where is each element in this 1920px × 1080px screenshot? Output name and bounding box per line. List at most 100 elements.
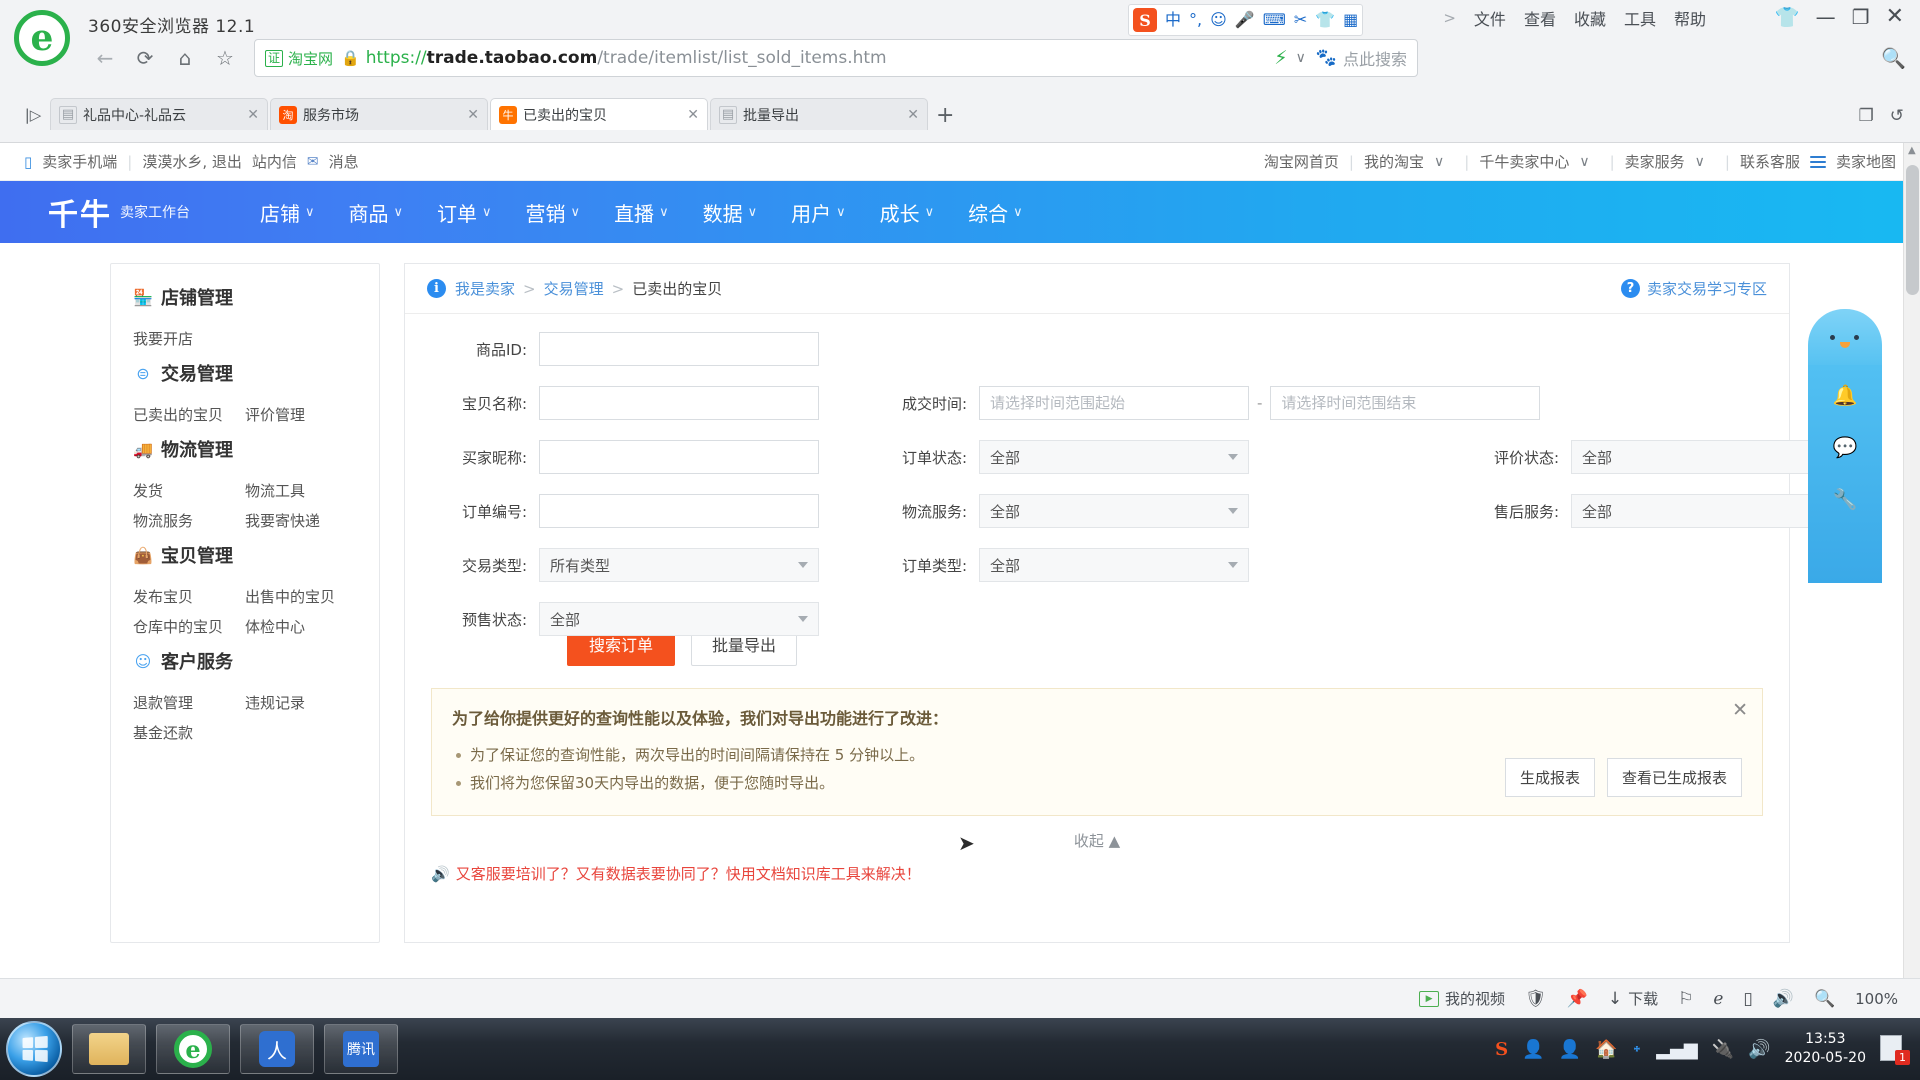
minimize-button[interactable]: — xyxy=(1816,5,1836,29)
close-button[interactable]: ✕ xyxy=(1886,4,1904,29)
home-button[interactable]: ⌂ xyxy=(168,41,202,75)
taskbar-app-explorer[interactable] xyxy=(72,1024,146,1074)
page-scrollbar[interactable]: ▲ xyxy=(1903,143,1920,978)
sidebar-item-open-shop[interactable]: 我要开店 xyxy=(133,324,357,354)
wrench-icon[interactable]: 🔧 xyxy=(1833,487,1858,511)
shield-icon[interactable]: 🛡 xyxy=(1525,989,1547,1009)
sidebar-item-ship[interactable]: 发货 xyxy=(133,476,245,506)
taskbar-app-360-browser[interactable]: e xyxy=(156,1024,230,1074)
ime-screenshot-icon[interactable]: ✂ xyxy=(1294,12,1307,28)
ime-emoji-icon[interactable]: ☺ xyxy=(1210,12,1227,28)
menu-help[interactable]: 帮助 xyxy=(1674,6,1706,30)
seller-center-link[interactable]: 千牛卖家中心 xyxy=(1479,151,1569,172)
nav-item-growth[interactable]: 成长 ∨ xyxy=(880,198,935,227)
item-id-input[interactable] xyxy=(539,332,819,366)
reopen-tab-icon[interactable]: ↺ xyxy=(1890,106,1904,126)
maximize-button[interactable]: ❐ xyxy=(1852,5,1870,29)
volume-icon[interactable]: 🔊 xyxy=(1748,1039,1770,1060)
site-mail-link[interactable]: 站内信 xyxy=(252,151,297,172)
order-type-select[interactable]: 全部 xyxy=(979,548,1249,582)
sidebar-item-logistics-tools[interactable]: 物流工具 xyxy=(245,476,357,506)
collapse-toggle[interactable]: 收起 ▲ xyxy=(405,830,1789,851)
scroll-up-icon[interactable]: ▲ xyxy=(1908,145,1916,156)
order-status-select[interactable]: 全部 xyxy=(979,440,1249,474)
sidebar-item-warehouse[interactable]: 仓库中的宝贝 xyxy=(133,612,245,642)
paw-icon[interactable]: 🐾 xyxy=(1316,48,1337,68)
taskbar-app-aliwangwang[interactable]: 人 xyxy=(240,1024,314,1074)
menu-favorites[interactable]: 收藏 xyxy=(1574,6,1606,30)
bookmark-button[interactable]: ☆ xyxy=(208,41,242,75)
pin-icon[interactable]: 📌 xyxy=(1567,989,1588,1009)
buyer-nick-input[interactable] xyxy=(539,440,819,474)
logistics-service-select[interactable]: 全部 xyxy=(979,494,1249,528)
new-tab-button[interactable]: + xyxy=(936,103,954,128)
aliww-icon[interactable]: 👤 xyxy=(1559,1039,1581,1060)
chevron-down-icon[interactable]: ∨ xyxy=(1296,50,1306,66)
ime-punct-icon[interactable]: °, xyxy=(1189,12,1202,28)
sidebar-item-on-sale[interactable]: 出售中的宝贝 xyxy=(245,582,357,612)
presale-status-select[interactable]: 全部 xyxy=(539,602,819,636)
promo-banner[interactable]: 🔊 又客服要培训了？又有数据表要协同了？快用文档知识库工具来解决！ xyxy=(405,851,1789,884)
tab-close-icon[interactable]: ✕ xyxy=(687,107,699,123)
nav-item-goods[interactable]: 商品 ∨ xyxy=(349,198,404,227)
sidebar-item-refund-mgmt[interactable]: 退款管理 xyxy=(133,688,245,718)
sogou-ime-icon[interactable]: S xyxy=(1133,8,1157,32)
my-video-button[interactable]: ▶ 我的视频 xyxy=(1419,988,1505,1009)
seller-mobile-link[interactable]: 卖家手机端 xyxy=(42,151,117,172)
contact-support-link[interactable]: 联系客服 xyxy=(1740,151,1800,172)
bluetooth-icon[interactable]: ᛭ xyxy=(1631,1039,1642,1060)
deal-time-start-input[interactable]: 请选择时间范围起始 xyxy=(979,386,1249,420)
ime-mode-icon[interactable]: 中 xyxy=(1165,12,1181,28)
nav-item-orders[interactable]: 订单 ∨ xyxy=(437,198,492,227)
action-center-button[interactable]: 1 xyxy=(1880,1035,1910,1065)
sidebar-item-logistics-service[interactable]: 物流服务 xyxy=(133,506,245,536)
nav-item-marketing[interactable]: 营销 ∨ xyxy=(526,198,581,227)
network-icon[interactable]: ▂▄▆ xyxy=(1656,1039,1698,1060)
breadcrumb-item-seller[interactable]: 我是卖家 xyxy=(455,278,515,299)
sidebar-item-rating-mgmt[interactable]: 评价管理 xyxy=(245,400,357,430)
search-input[interactable]: 点此搜索 xyxy=(1343,46,1407,70)
restore-tab-icon[interactable]: ❐ xyxy=(1859,106,1874,126)
nav-item-live[interactable]: 直播 ∨ xyxy=(614,198,669,227)
sidebar-item-fund-repayment[interactable]: 基金还款 xyxy=(133,718,357,748)
sidebar-item-send-express[interactable]: 我要寄快递 xyxy=(245,506,357,536)
browser-tab-0[interactable]: ▤ 礼品中心-礼品云 ✕ xyxy=(50,98,268,130)
after-sale-select[interactable]: 全部 xyxy=(1571,494,1841,528)
ime-toolbar[interactable]: S 中 °, ☺ 🎤 ⌨ ✂ 👕 ▦ xyxy=(1128,4,1364,36)
sogou-icon[interactable]: S xyxy=(1495,1039,1508,1060)
taobao-home-link[interactable]: 淘宝网首页 xyxy=(1264,151,1339,172)
aliww-icon[interactable]: 👤 xyxy=(1522,1039,1544,1060)
browser-mode-icon[interactable]: ℯ xyxy=(1713,989,1723,1009)
close-icon[interactable]: ✕ xyxy=(1732,699,1748,721)
view-generated-reports-button[interactable]: 查看已生成报表 xyxy=(1606,758,1742,797)
volume-icon[interactable]: 🔊 xyxy=(1773,989,1794,1009)
tab-list-button[interactable]: |▷ xyxy=(16,100,50,130)
menu-view[interactable]: 查看 xyxy=(1524,6,1556,30)
user-logout-link[interactable]: 漠漠水乡, 退出 xyxy=(142,151,242,172)
split-icon[interactable]: ▯ xyxy=(1743,989,1752,1009)
deal-time-end-input[interactable]: 请选择时间范围结束 xyxy=(1270,386,1541,420)
ime-skin-icon[interactable]: 👕 xyxy=(1315,12,1335,28)
power-icon[interactable]: 🔌 xyxy=(1712,1039,1734,1060)
tab-close-icon[interactable]: ✕ xyxy=(467,107,479,123)
seller-service-link[interactable]: 卖家服务 xyxy=(1625,151,1685,172)
menu-file[interactable]: 文件 xyxy=(1474,6,1506,30)
home-icon[interactable]: 🏠 xyxy=(1595,1039,1617,1060)
browser-tab-2[interactable]: 牛 已卖出的宝贝 ✕ xyxy=(490,98,708,130)
generate-report-button[interactable]: 生成报表 xyxy=(1504,758,1595,797)
reload-button[interactable]: ⟳ xyxy=(128,41,162,75)
browser-tab-3[interactable]: ▤ 批量导出 ✕ xyxy=(710,98,928,130)
nav-item-data[interactable]: 数据 ∨ xyxy=(703,198,758,227)
nav-item-users[interactable]: 用户 ∨ xyxy=(791,198,846,227)
trade-type-select[interactable]: 所有类型 xyxy=(539,548,819,582)
skin-icon[interactable]: 👕 xyxy=(1775,5,1800,29)
browser-tab-1[interactable]: 淘 服务市场 ✕ xyxy=(270,98,488,130)
learning-zone-link[interactable]: 卖家交易学习专区 xyxy=(1647,278,1767,299)
tab-close-icon[interactable]: ✕ xyxy=(247,107,259,123)
nav-item-shop[interactable]: 店铺 ∨ xyxy=(260,198,315,227)
sidebar-item-publish-item[interactable]: 发布宝贝 xyxy=(133,582,245,612)
taskbar-app-tencent[interactable]: 腾讯 xyxy=(324,1024,398,1074)
tab-close-icon[interactable]: ✕ xyxy=(907,107,919,123)
seller-map-link[interactable]: 卖家地图 xyxy=(1836,151,1896,172)
back-button[interactable]: ← xyxy=(88,41,122,75)
